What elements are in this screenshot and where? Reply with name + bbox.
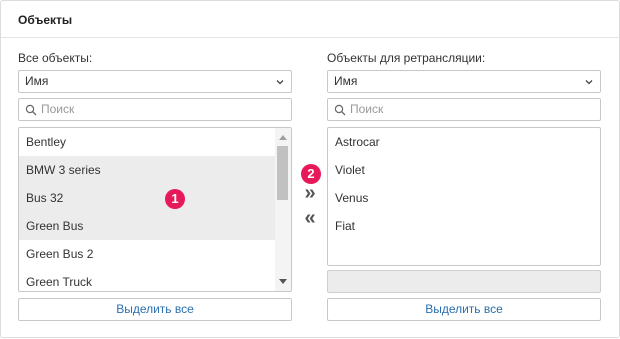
list-item[interactable]: Green Truck bbox=[19, 268, 291, 291]
list-item[interactable]: Fiat bbox=[328, 212, 600, 240]
list-item[interactable]: Venus bbox=[328, 184, 600, 212]
right-search-placeholder: Поиск bbox=[350, 102, 384, 116]
panel-header: Объекты bbox=[1, 1, 619, 38]
annotation-badge-1: 1 bbox=[165, 189, 185, 209]
panel-title: Объекты bbox=[18, 13, 73, 27]
all-objects-list[interactable]: Bentley BMW 3 series Bus 32 Green Bus Green … bbox=[18, 127, 292, 292]
disabled-field bbox=[327, 270, 601, 293]
chevron-down-icon bbox=[276, 80, 284, 85]
objects-panel: Объекты Все объекты: Имя Поиск Bentley BM… bbox=[0, 0, 620, 338]
list-item[interactable]: Bentley bbox=[19, 128, 291, 156]
relay-objects-list[interactable]: Astrocar Violet Venus Fiat bbox=[327, 127, 601, 266]
scroll-thumb[interactable] bbox=[277, 146, 288, 200]
chevron-down-icon bbox=[585, 80, 593, 85]
list-item[interactable]: BMW 3 series bbox=[19, 156, 291, 184]
list-item[interactable]: Violet bbox=[328, 156, 600, 184]
left-sort-value: Имя bbox=[25, 74, 49, 88]
left-search-input[interactable]: Поиск bbox=[18, 98, 292, 121]
scroll-up-icon[interactable] bbox=[279, 134, 287, 140]
search-icon bbox=[334, 104, 346, 116]
left-select-all-button[interactable]: Выделить все bbox=[18, 298, 292, 321]
right-select-all-button[interactable]: Выделить все bbox=[327, 298, 601, 321]
move-left-button[interactable]: « bbox=[299, 208, 321, 229]
left-scrollbar[interactable] bbox=[275, 128, 291, 291]
left-sort-select[interactable]: Имя bbox=[18, 70, 292, 93]
all-objects-label: Все объекты: bbox=[18, 51, 93, 65]
left-search-placeholder: Поиск bbox=[41, 102, 75, 116]
list-item[interactable]: Green Bus 2 bbox=[19, 240, 291, 268]
relay-objects-label: Объекты для ретрансляции: bbox=[327, 51, 486, 65]
list-item[interactable]: Bus 32 bbox=[19, 184, 291, 212]
move-right-button[interactable]: » bbox=[299, 183, 321, 204]
right-search-input[interactable]: Поиск bbox=[327, 98, 601, 121]
right-sort-select[interactable]: Имя bbox=[327, 70, 601, 93]
scroll-down-icon[interactable] bbox=[279, 279, 287, 285]
search-icon bbox=[25, 104, 37, 116]
annotation-badge-2: 2 bbox=[301, 164, 321, 184]
right-sort-value: Имя bbox=[334, 74, 358, 88]
list-item[interactable]: Green Bus bbox=[19, 212, 291, 240]
list-item[interactable]: Astrocar bbox=[328, 128, 600, 156]
